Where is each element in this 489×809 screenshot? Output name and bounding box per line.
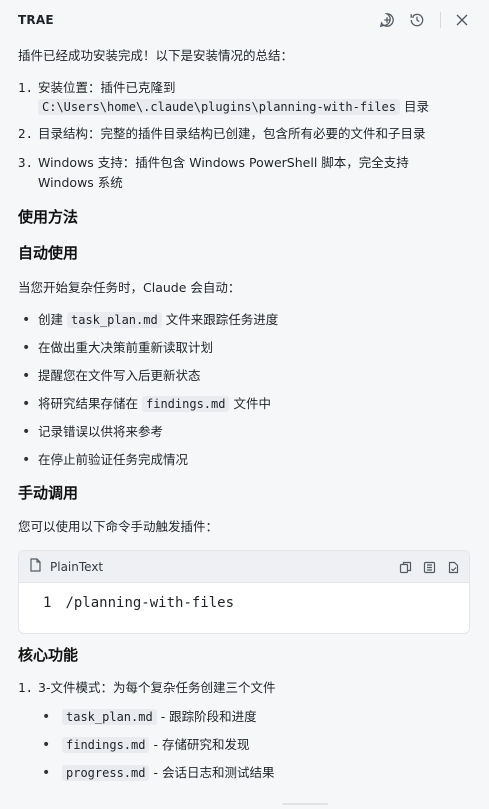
section-heading-core: 核心功能	[18, 646, 79, 664]
task-plan-code: task_plan.md	[62, 709, 157, 725]
list-item: 提醒您在文件写入后更新状态	[38, 368, 201, 383]
scroll-indicator	[282, 803, 328, 805]
section-heading-usage: 使用方法	[18, 208, 79, 226]
bullet: •	[42, 737, 51, 753]
list-item: 安装位置：插件已克隆到	[38, 80, 176, 95]
code-text: /planning-with-files	[65, 595, 235, 611]
code-language-label: PlainText	[50, 559, 104, 574]
bullet: •	[42, 709, 51, 725]
list-item-path: C:\Users\home\.claude\plugins\planning-w…	[38, 97, 429, 117]
task-plan-code: task_plan.md	[67, 312, 162, 328]
list-item: progress.md - 会话日志和测试结果	[62, 763, 274, 783]
section-heading-manual: 手动调用	[18, 484, 79, 502]
insert-icon[interactable]	[421, 559, 437, 575]
list-item: 记录错误以供将来参考	[38, 424, 164, 439]
code-block-header: PlainText	[19, 551, 469, 583]
section-heading-auto: 自动使用	[18, 244, 79, 262]
add-chat-icon[interactable]	[378, 11, 396, 29]
bullet: •	[42, 765, 51, 781]
intro-text: 插件已经成功安装完成！以下是安装情况的总结：	[18, 48, 294, 63]
list-item: 在做出重大决策前重新读取计划	[38, 340, 214, 355]
list-item-continued: Windows 系统	[38, 175, 123, 190]
list-item: task_plan.md - 跟踪阶段和进度	[62, 707, 257, 727]
file-icon	[29, 558, 42, 575]
line-number: 1	[43, 595, 52, 611]
header-actions	[366, 11, 471, 29]
list-item: 目录结构：完整的插件目录结构已创建，包含所有必要的文件和子目录	[38, 126, 426, 141]
bullet: •	[22, 424, 31, 440]
list-number: 2.	[18, 126, 34, 141]
bullet: •	[22, 396, 31, 412]
list-item: 在停止前验证任务完成情况	[38, 452, 189, 467]
list-number: 3.	[18, 155, 34, 170]
code-block-actions	[389, 559, 461, 575]
findings-code: findings.md	[62, 737, 150, 753]
list-number: 1.	[18, 680, 34, 695]
list-item: 3-文件模式：为每个复杂任务创建三个文件	[38, 680, 276, 695]
findings-code: findings.md	[142, 396, 230, 412]
auto-intro-text: 当您开始复杂任务时，Claude 会自动：	[18, 280, 241, 295]
bullet: •	[22, 312, 31, 328]
bullet: •	[22, 452, 31, 468]
list-number: 1.	[18, 80, 34, 95]
brand-title: TRAE	[18, 13, 54, 27]
code-line[interactable]: 1 /planning-with-files	[43, 595, 234, 611]
list-item: Windows 支持：插件包含 Windows PowerShell 脚本，完全…	[38, 155, 409, 170]
progress-code: progress.md	[62, 765, 150, 781]
history-icon[interactable]	[408, 11, 426, 29]
apply-icon[interactable]	[445, 559, 461, 575]
list-item: 创建 task_plan.md 文件来跟踪任务进度	[38, 312, 279, 328]
path-suffix: 目录	[404, 99, 430, 114]
header-divider	[440, 12, 441, 28]
panel-header: TRAE	[0, 0, 489, 40]
copy-icon[interactable]	[397, 559, 413, 575]
close-icon[interactable]	[453, 11, 471, 29]
bullet: •	[22, 368, 31, 384]
list-item: findings.md - 存储研究和发现	[62, 735, 249, 755]
manual-intro-text: 您可以使用以下命令手动触发插件：	[18, 519, 219, 534]
install-path-code: C:\Users\home\.claude\plugins\planning-w…	[38, 99, 401, 115]
list-item: 将研究结果存储在 findings.md 文件中	[38, 396, 271, 412]
code-block: PlainText 1 /planning-with-files	[18, 550, 470, 634]
bullet: •	[22, 340, 31, 356]
